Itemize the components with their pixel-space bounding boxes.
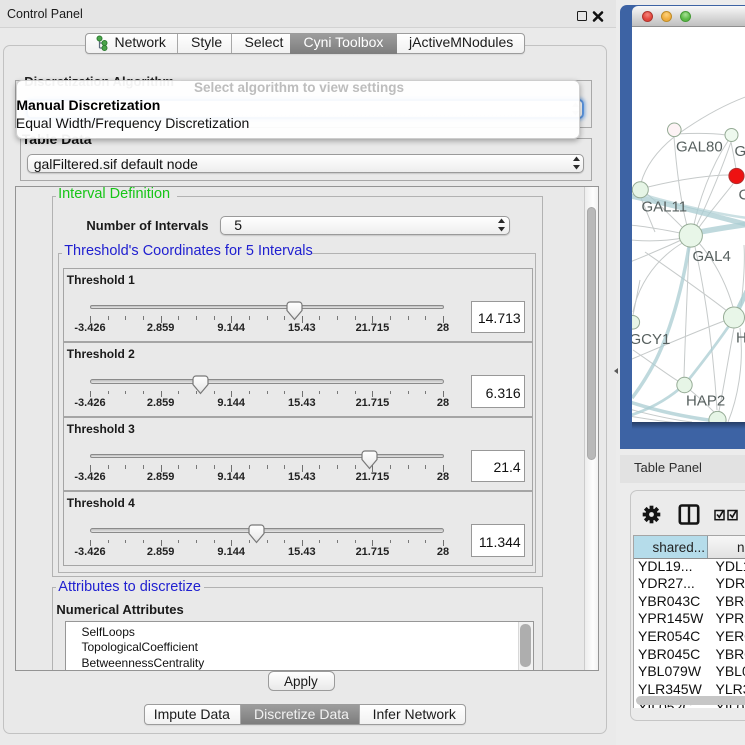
svg-text:HAP2: HAP2 [686,392,725,409]
svg-text:GAL80: GAL80 [676,138,723,155]
svg-text:GAL4: GAL4 [693,248,731,265]
svg-text:GAL11: GAL11 [642,199,688,216]
svg-text:C: C [739,187,745,204]
svg-text:GA: GA [735,143,745,160]
svg-text:HI: HI [736,329,745,346]
svg-text:GCY1: GCY1 [632,331,670,348]
